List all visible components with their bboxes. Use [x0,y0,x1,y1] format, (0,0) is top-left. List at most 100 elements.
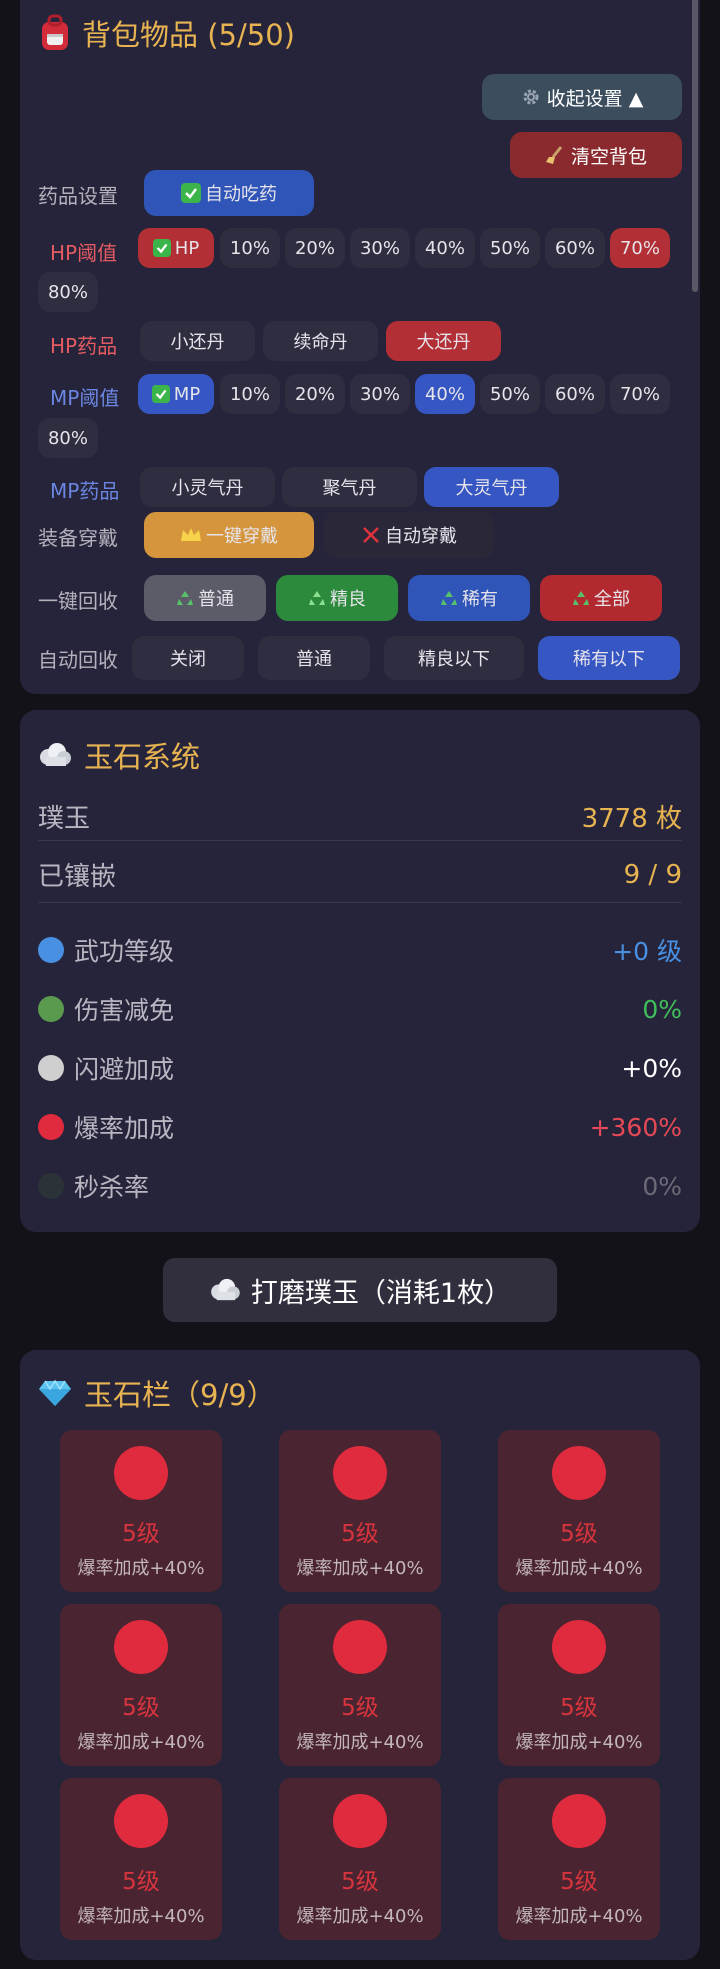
stat-label: 伤害减免 [74,996,175,1025]
auto-eat-toggle[interactable]: 自动吃药 [144,170,314,216]
hp-option-70[interactable]: 70% [610,228,670,268]
jade-slot[interactable]: 5级 爆率加成+40% [279,1604,441,1766]
mp-option-20[interactable]: 20% [285,374,345,414]
polish-jade-label: 打磨璞玉（消耗1枚） [250,1277,512,1309]
jade-slot[interactable]: 5级 爆率加成+40% [498,1778,660,1940]
hp-potion-medium[interactable]: 续命丹 [263,321,378,361]
jade-system-panel: 玉石系统 璞玉 3778 枚 已镶嵌 9 / 9 武功等级 +0 级 伤害减免 … [20,710,700,1232]
jade-slot[interactable]: 5级 爆率加成+40% [60,1778,222,1940]
hp-option-10[interactable]: 10% [220,228,280,268]
red-gem-icon [114,1620,168,1674]
stat-value: 0% [642,1171,682,1201]
jade-slot[interactable]: 5级 爆率加成+40% [60,1604,222,1766]
recycle-label: 一键回收 [38,589,118,613]
red-dot-icon [38,1114,64,1140]
hp-potion-small[interactable]: 小还丹 [140,321,255,361]
mp-option-10[interactable]: 10% [220,374,280,414]
scrollbar[interactable] [692,0,698,292]
jade-slot-effect: 爆率加成+40% [296,1558,424,1579]
gear-icon [521,87,541,107]
red-gem-icon [552,1446,606,1500]
auto-equip-toggle[interactable]: 自动穿戴 [324,512,494,558]
checkmark-icon [152,239,171,257]
mp-potion-medium[interactable]: 聚气丹 [282,467,417,507]
red-gem-icon [333,1794,387,1848]
hp-potion-label: HP药品 [50,334,118,358]
jade-slot[interactable]: 5级 爆率加成+40% [498,1604,660,1766]
hp-option-50[interactable]: 50% [480,228,540,268]
jade-slot[interactable]: 5级 爆率加成+40% [279,1778,441,1940]
mp-potion-large[interactable]: 大灵气丹 [424,467,559,507]
recycle-fine-label: 精良 [330,589,366,610]
mp-option-60[interactable]: 60% [545,374,605,414]
stat-row-damage-reduction: 伤害减免 0% [38,991,682,1027]
stat-row-instant-kill: 秒杀率 0% [38,1168,682,1204]
cross-icon [361,525,381,545]
hp-threshold-label: HP阈值 [50,241,118,265]
cloud-icon [209,1278,241,1302]
divider [38,840,682,841]
jade-slot-effect: 爆率加成+40% [77,1906,205,1927]
jade-slots-title: 玉石栏（9/9） [84,1378,276,1412]
mp-option-80[interactable]: 80% [38,418,98,458]
auto-recycle-normal[interactable]: 普通 [258,636,370,680]
clear-bag-button[interactable]: 清空背包 [510,132,682,178]
mp-option-40[interactable]: 40% [415,374,475,414]
collapse-settings-button[interactable]: 收起设置 ▲ [482,74,682,120]
red-gem-icon [333,1620,387,1674]
stat-value: +360% [589,1112,682,1142]
pu-jade-row: 璞玉 3778 枚 [38,798,682,835]
recycle-rare-button[interactable]: 稀有 [408,575,530,621]
jade-slot-effect: 爆率加成+40% [77,1732,205,1753]
jade-slot-effect: 爆率加成+40% [515,1906,643,1927]
hp-option-40[interactable]: 40% [415,228,475,268]
auto-recycle-off[interactable]: 关闭 [132,636,244,680]
jade-system-header: 玉石系统 [38,734,200,776]
jade-slot[interactable]: 5级 爆率加成+40% [279,1430,441,1592]
inlaid-label: 已镶嵌 [38,862,117,892]
jade-slot[interactable]: 5级 爆率加成+40% [498,1430,660,1592]
pu-jade-label: 璞玉 [38,804,91,834]
stat-value: +0 级 [612,937,682,966]
mp-option-70[interactable]: 70% [610,374,670,414]
stat-label: 爆率加成 [74,1114,175,1143]
mp-option-30[interactable]: 30% [350,374,410,414]
jade-slot-level: 5级 [341,1695,379,1721]
divider [38,902,682,903]
red-gem-icon [333,1446,387,1500]
recycle-icon [440,589,458,607]
jade-slot[interactable]: 5级 爆率加成+40% [60,1430,222,1592]
recycle-all-button[interactable]: 全部 [540,575,662,621]
mp-potion-small[interactable]: 小灵气丹 [140,467,275,507]
stat-label: 闪避加成 [74,1055,175,1084]
hp-option-80[interactable]: 80% [38,272,98,312]
auto-recycle-fine-below[interactable]: 精良以下 [384,636,524,680]
mp-threshold-toggle[interactable]: MP [138,374,214,414]
bag-title: 背包物品 (5/50) [38,12,295,54]
polish-jade-button[interactable]: 打磨璞玉（消耗1枚） [163,1258,557,1322]
mp-potion-label: MP药品 [50,479,120,503]
stat-value: 0% [642,994,682,1024]
auto-equip-label: 自动穿戴 [385,526,457,547]
hp-potion-large[interactable]: 大还丹 [386,321,501,361]
hp-threshold-toggle[interactable]: HP [138,228,214,268]
mp-option-50[interactable]: 50% [480,374,540,414]
hp-option-30[interactable]: 30% [350,228,410,268]
stat-label: 武功等级 [74,937,175,966]
checkmark-icon [151,385,170,403]
recycle-normal-button[interactable]: 普通 [144,575,266,621]
jade-slot-effect: 爆率加成+40% [515,1732,643,1753]
crown-icon [180,527,202,543]
auto-recycle-label: 自动回收 [38,648,118,672]
jade-slot-level: 5级 [341,1521,379,1547]
auto-recycle-rare-below[interactable]: 稀有以下 [538,636,680,680]
jade-slot-effect: 爆率加成+40% [296,1906,424,1927]
checkmark-icon [181,183,201,203]
red-gem-icon [114,1794,168,1848]
recycle-fine-button[interactable]: 精良 [276,575,398,621]
one-click-equip-button[interactable]: 一键穿戴 [144,512,314,558]
hp-option-60[interactable]: 60% [545,228,605,268]
recycle-icon [176,589,194,607]
hp-option-20[interactable]: 20% [285,228,345,268]
recycle-all-label: 全部 [594,589,630,610]
